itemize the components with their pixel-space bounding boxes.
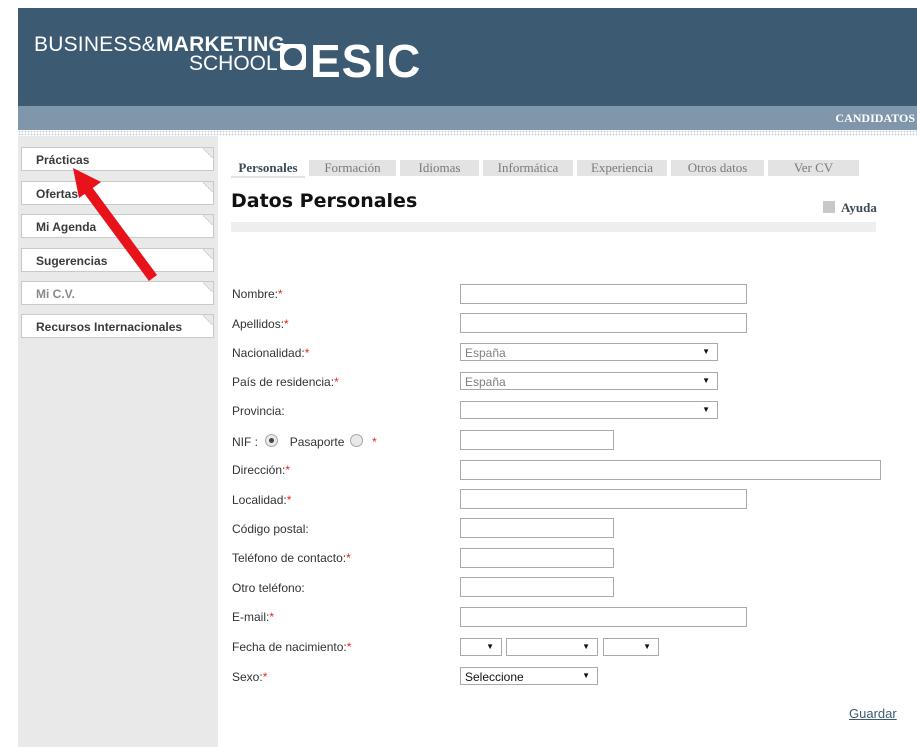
red-arrow-annotation: [73, 168, 158, 281]
chevron-down-icon: ▼: [582, 642, 590, 651]
chevron-down-icon: ▼: [702, 405, 710, 414]
apellidos-input[interactable]: [460, 313, 747, 333]
required-mark: *: [285, 463, 291, 477]
section-label: CANDIDATOS: [835, 111, 915, 125]
sidebar-item-label: Recursos Internacionales: [36, 320, 183, 334]
documento-input[interactable]: [460, 430, 614, 450]
tab-informatica[interactable]: Informática: [483, 160, 573, 176]
chevron-down-icon: ▼: [486, 642, 494, 651]
label-telefono: Teléfono de contacto:*: [232, 551, 351, 565]
sexo-value: Seleccione: [465, 670, 524, 684]
logo-text-business: BUSINESS&: [34, 33, 157, 56]
tab-experiencia[interactable]: Experiencia: [577, 160, 667, 176]
logo[interactable]: BUSINESS&MARKETING SCHOOL: [34, 33, 285, 74]
pasaporte-label: Pasaporte: [289, 435, 345, 449]
nif-label: NIF :: [232, 435, 258, 449]
required-mark: *: [372, 435, 377, 449]
label-codigo-postal: Código postal:: [232, 522, 309, 536]
direccion-input[interactable]: [460, 460, 881, 480]
tab-otros-datos[interactable]: Otros datos: [671, 160, 764, 176]
label-otro-telefono: Otro teléfono:: [232, 581, 305, 595]
page-title: Datos Personales: [231, 190, 418, 212]
label-direccion: Dirección:*: [232, 463, 291, 477]
otro-telefono-input[interactable]: [460, 577, 614, 597]
chevron-down-icon: ▼: [702, 347, 710, 356]
nacionalidad-select[interactable]: España ▼: [460, 343, 718, 361]
required-mark: *: [284, 317, 289, 331]
label-fecha-nacimiento: Fecha de nacimiento:*: [232, 640, 352, 654]
chevron-down-icon: ▼: [582, 671, 590, 680]
required-mark: *: [334, 375, 339, 389]
label-nombre: Nombre:*: [232, 287, 283, 301]
help-link[interactable]: Ayuda: [823, 200, 877, 216]
label-documento: NIF : Pasaporte *: [232, 434, 377, 449]
pais-residencia-select[interactable]: España ▼: [460, 372, 718, 390]
day-select[interactable]: ▼: [460, 638, 502, 656]
required-mark: *: [262, 670, 268, 684]
email-input[interactable]: [460, 607, 747, 627]
required-mark: *: [346, 640, 352, 654]
sidebar-item-recursos-internacionales[interactable]: Recursos Internacionales: [21, 314, 214, 338]
label-provincia: Provincia:: [232, 404, 285, 418]
tab-idiomas[interactable]: Idiomas: [400, 160, 479, 176]
year-select[interactable]: ▼: [603, 638, 659, 656]
logo-text-school: SCHOOL: [189, 52, 278, 75]
provincia-select[interactable]: ▼: [460, 401, 718, 419]
pais-value: España: [465, 375, 506, 389]
sidebar-item-label: Mi C.V.: [36, 287, 75, 301]
label-nacionalidad: Nacionalidad:*: [232, 346, 310, 360]
section-bar: CANDIDATOS: [18, 106, 917, 130]
nombre-input[interactable]: [460, 284, 747, 304]
required-mark: *: [286, 493, 292, 507]
seal-icon: [280, 44, 306, 70]
help-icon: [823, 201, 835, 213]
tab-bar: Personales Formación Idiomas Informática…: [214, 160, 884, 178]
tab-ver-cv[interactable]: Ver CV: [768, 160, 859, 176]
month-select[interactable]: ▼: [506, 638, 598, 656]
title-underline: [231, 222, 876, 232]
pasaporte-radio[interactable]: [349, 434, 363, 447]
required-mark: *: [304, 346, 310, 360]
required-mark: *: [269, 610, 275, 624]
label-localidad: Localidad:*: [232, 493, 292, 507]
nacionalidad-value: España: [465, 346, 506, 360]
label-email: E-mail:*: [232, 610, 275, 624]
label-sexo: Sexo:*: [232, 670, 268, 684]
logo-brand: ESIC: [310, 35, 422, 87]
header-banner: BUSINESS&MARKETING SCHOOL ESIC: [18, 8, 917, 106]
tab-personales[interactable]: Personales: [231, 160, 305, 178]
localidad-input[interactable]: [460, 489, 747, 509]
telefono-input[interactable]: [460, 548, 614, 568]
sexo-select[interactable]: Seleccione ▼: [460, 667, 598, 685]
label-pais-residencia: País de residencia:*: [232, 375, 339, 389]
chevron-down-icon: ▼: [702, 376, 710, 385]
label-apellidos: Apellidos:*: [232, 317, 289, 331]
required-mark: *: [278, 287, 283, 301]
tab-formacion[interactable]: Formación: [309, 160, 396, 176]
sidebar-item-label: Prácticas: [36, 153, 90, 167]
required-mark: *: [346, 551, 351, 565]
codigo-postal-input[interactable]: [460, 518, 614, 538]
nif-radio[interactable]: [265, 434, 279, 447]
help-label: Ayuda: [841, 200, 877, 215]
save-link[interactable]: Guardar: [849, 706, 897, 721]
chevron-down-icon: ▼: [643, 642, 651, 651]
